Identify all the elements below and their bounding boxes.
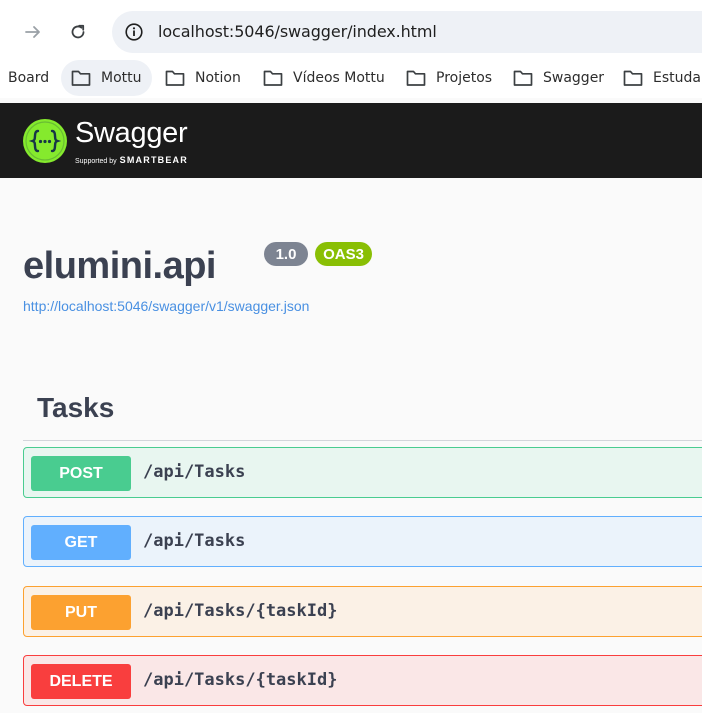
bookmark-projetos[interactable]: Projetos [406,60,492,96]
reload-button[interactable] [60,14,96,50]
bookmark-label: Mottu [101,70,142,86]
operation-path: /api/Tasks/{taskId} [143,670,338,690]
method-badge-delete: DELETE [31,664,131,699]
folder-icon [513,70,533,86]
bookmark-label: Board [8,70,50,86]
swagger-json-link[interactable]: http://localhost:5046/swagger/v1/swagger… [23,298,309,314]
operation-delete-task[interactable]: DELETE /api/Tasks/{taskId} [23,655,702,706]
operation-path: /api/Tasks [143,531,246,551]
url-text[interactable]: localhost:5046/swagger/index.html [158,22,437,41]
api-title: elumini.api [23,245,216,287]
method-badge-get: GET [31,525,131,560]
operation-path: /api/Tasks/{taskId} [143,601,338,621]
smartbear-text: SMARTBEAR [119,155,188,165]
address-bar[interactable]: localhost:5046/swagger/index.html [112,11,702,53]
bookmarks-bar: Board Mottu Notion Vídeos Mottu Projetos… [0,60,702,98]
bookmark-label: Notion [195,70,241,86]
tag-title-tasks[interactable]: Tasks [37,392,114,424]
supported-by-smartbear: Supported by SMARTBEAR [75,155,188,165]
swagger-logo-icon[interactable] [23,119,67,163]
bookmark-board[interactable]: Board [8,60,49,96]
info-icon[interactable] [124,22,144,42]
forward-button[interactable] [15,14,51,50]
bookmark-mottu[interactable]: Mottu [61,60,152,96]
tag-divider [23,440,702,441]
folder-icon [623,70,643,86]
operation-get-tasks[interactable]: GET /api/Tasks [23,516,702,567]
folder-icon [165,70,185,86]
method-badge-post: POST [31,456,131,491]
operation-post-tasks[interactable]: POST /api/Tasks [23,447,702,498]
swagger-topbar: Swagger Supported by SMARTBEAR [0,103,702,178]
folder-icon [71,70,91,86]
bookmark-label: Vídeos Mottu [293,70,385,86]
version-badge: 1.0 [264,242,308,266]
bookmark-label: Estudar [653,70,702,86]
bookmark-videos-mottu[interactable]: Vídeos Mottu [263,60,385,96]
method-badge-put: PUT [31,595,131,630]
bookmark-label: Swagger [543,70,605,86]
oas-badge: OAS3 [315,242,372,266]
bookmark-estudar[interactable]: Estudar [623,60,702,96]
bookmark-label: Projetos [436,70,493,86]
reload-icon [71,24,85,39]
operation-put-task[interactable]: PUT /api/Tasks/{taskId} [23,586,702,637]
folder-icon [406,70,426,86]
operation-path: /api/Tasks [143,462,246,482]
supported-by-text: Supported by [75,158,117,165]
browser-toolbar: localhost:5046/swagger/index.html [0,0,702,64]
folder-icon [263,70,283,86]
bookmark-notion[interactable]: Notion [165,60,241,96]
swagger-brand-name: Swagger [75,117,188,149]
arrow-right-icon [25,26,40,38]
bookmark-swagger[interactable]: Swagger [513,60,604,96]
